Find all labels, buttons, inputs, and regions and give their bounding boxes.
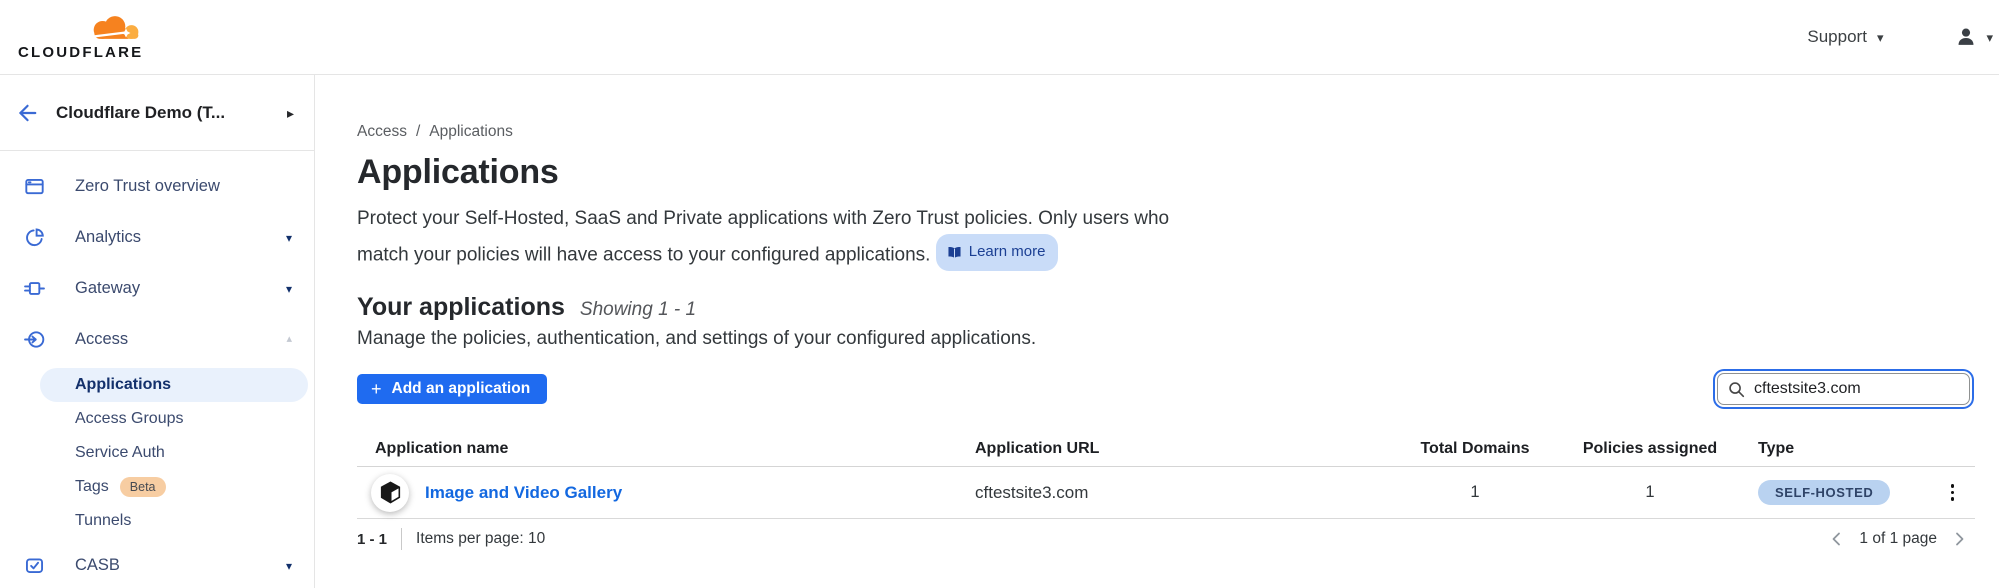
access-submenu: Applications Access Groups Service Auth … [0, 368, 314, 538]
application-url: cftestsite3.com [975, 483, 1400, 503]
window-icon [24, 176, 45, 197]
sidebar-item-tags[interactable]: Tags Beta [40, 470, 308, 504]
items-range: 1 - 1 [357, 531, 387, 548]
sidebar-item-casb[interactable]: CASB ▾ [0, 540, 314, 588]
casb-check-icon [24, 555, 45, 576]
book-icon [947, 246, 962, 259]
section-title: Your applications [357, 293, 565, 322]
back-arrow-icon[interactable] [16, 102, 38, 124]
breadcrumb: Access / Applications [357, 124, 1975, 140]
chevron-right-icon: ▸ [287, 106, 294, 120]
section-subheading: Manage the policies, authentication, and… [357, 325, 1975, 353]
type-badge: SELF-HOSTED [1758, 480, 1890, 505]
gateway-icon [24, 278, 45, 299]
pagination: 1 - 1 Items per page: 10 1 of 1 page [357, 519, 1975, 550]
pie-chart-icon [24, 227, 45, 248]
sidebar-item-label: Service Auth [75, 436, 165, 470]
sidebar-item-access-groups[interactable]: Access Groups [40, 402, 308, 436]
support-menu[interactable]: Support ▾ [1807, 27, 1883, 47]
sidebar-item-service-auth[interactable]: Service Auth [40, 436, 308, 470]
sidebar-item-label: Applications [75, 368, 171, 402]
learn-more-label: Learn more [969, 237, 1046, 267]
sidebar-item-access[interactable]: Access ▴ [0, 314, 314, 365]
column-total-domains: Total Domains [1400, 440, 1550, 458]
cloudflare-logo[interactable]: CLOUDFLARE [18, 14, 148, 61]
sidebar-nav: Zero Trust overview Analytics ▾ Gateway … [0, 151, 314, 588]
application-name-link[interactable]: Image and Video Gallery [425, 483, 622, 503]
page-indicator: 1 of 1 page [1859, 530, 1937, 548]
sidebar-item-label: Analytics [75, 228, 141, 247]
next-page-icon[interactable] [1949, 529, 1969, 549]
sidebar-item-applications[interactable]: Applications [40, 368, 308, 402]
table-row: Image and Video Gallery cftestsite3.com … [357, 467, 1975, 519]
sidebar-item-label: Zero Trust overview [75, 177, 220, 196]
sidebar-item-label: CASB [75, 556, 120, 575]
items-per-page: Items per page: 10 [416, 530, 545, 548]
column-application-url: Application URL [975, 440, 1400, 458]
cloudflare-cloud-icon [82, 14, 148, 43]
policies-assigned-value: 1 [1550, 483, 1750, 502]
access-login-icon [24, 329, 45, 350]
sidebar-item-label: Access [75, 330, 128, 349]
chevron-down-icon: ▾ [286, 560, 292, 572]
plus-icon: + [371, 380, 382, 398]
sidebar-item-zero-trust-overview[interactable]: Zero Trust overview [0, 161, 314, 212]
main-content: Access / Applications Applications Prote… [315, 75, 1999, 588]
sidebar-item-analytics[interactable]: Analytics ▾ [0, 212, 314, 263]
chevron-down-icon: ▾ [1877, 31, 1884, 44]
add-application-label: Add an application [392, 380, 531, 398]
page-description: Protect your Self-Hosted, SaaS and Priva… [357, 204, 1209, 271]
breadcrumb-access[interactable]: Access [357, 123, 407, 141]
add-application-button[interactable]: + Add an application [357, 374, 547, 404]
search-input[interactable] [1754, 380, 1959, 398]
table-header-row: Application name Application URL Total D… [357, 431, 1975, 467]
previous-page-icon[interactable] [1827, 529, 1847, 549]
column-policies-assigned: Policies assigned [1550, 440, 1750, 458]
application-cube-icon [371, 474, 409, 512]
application-search[interactable] [1717, 373, 1970, 405]
top-header: CLOUDFLARE Support ▾ ▾ [0, 0, 1999, 75]
row-actions-kebab-icon[interactable] [1945, 480, 1961, 505]
sidebar-item-gateway[interactable]: Gateway ▾ [0, 263, 314, 314]
support-label: Support [1807, 27, 1867, 47]
beta-badge: Beta [120, 477, 166, 497]
applications-table: Application name Application URL Total D… [357, 431, 1975, 519]
cloudflare-wordmark: CLOUDFLARE [18, 44, 148, 61]
column-application-name: Application name [357, 440, 975, 458]
chevron-up-icon: ▴ [286, 334, 292, 345]
chevron-down-icon: ▾ [1986, 31, 1993, 44]
learn-more-link[interactable]: Learn more [936, 234, 1059, 271]
page-title: Applications [357, 152, 1975, 192]
account-name: Cloudflare Demo (T... [56, 103, 269, 123]
column-type: Type [1750, 440, 1930, 458]
chevron-down-icon: ▾ [286, 283, 292, 295]
showing-count: Showing 1 - 1 [580, 299, 696, 321]
account-switcher[interactable]: Cloudflare Demo (T... ▸ [0, 75, 314, 151]
search-icon [1728, 381, 1745, 398]
person-icon [1955, 26, 1977, 48]
chevron-down-icon: ▾ [286, 232, 292, 244]
sidebar-item-label: Tunnels [75, 504, 131, 538]
sidebar-item-label: Tags [75, 470, 109, 504]
breadcrumb-applications[interactable]: Applications [429, 123, 513, 141]
sidebar-item-tunnels[interactable]: Tunnels [40, 504, 308, 538]
divider [401, 528, 402, 550]
sidebar-item-label: Gateway [75, 279, 140, 298]
user-menu[interactable]: ▾ [1955, 26, 1995, 48]
total-domains-value: 1 [1400, 483, 1550, 502]
sidebar-item-label: Access Groups [75, 402, 183, 436]
sidebar: Cloudflare Demo (T... ▸ Zero Trust overv… [0, 75, 315, 588]
breadcrumb-separator: / [416, 123, 420, 141]
